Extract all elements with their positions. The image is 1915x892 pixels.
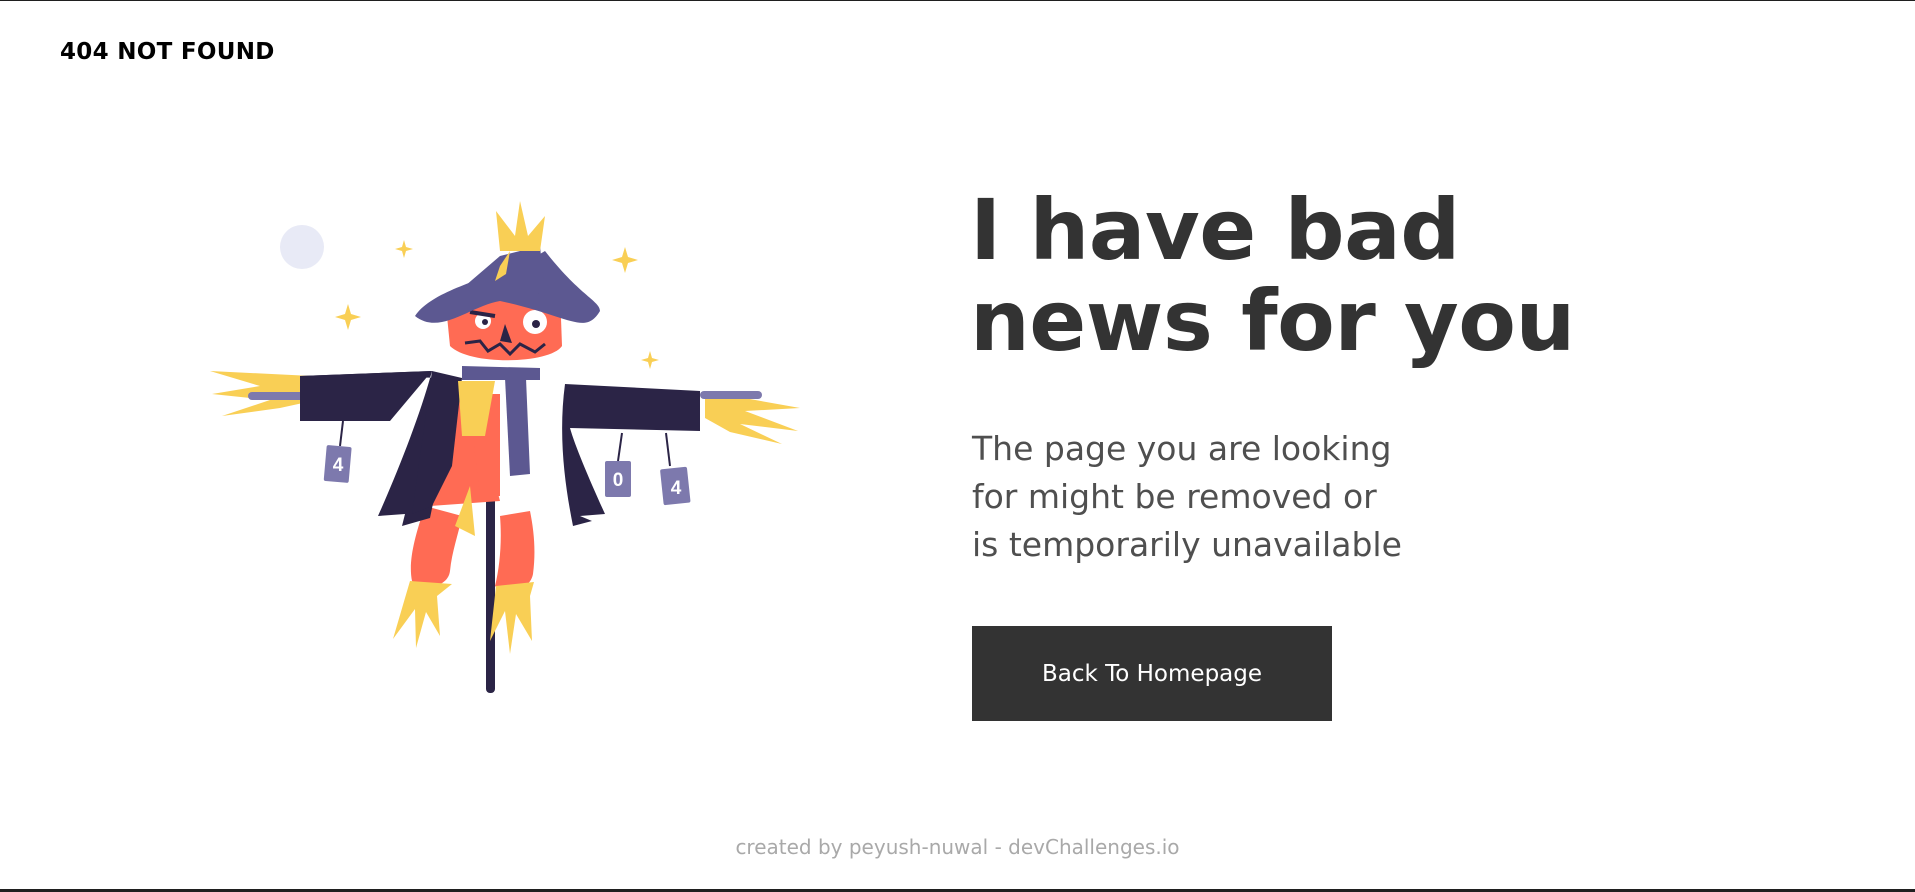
back-to-homepage-button[interactable]: Back To Homepage <box>972 626 1332 721</box>
not-found-page: 404 NOT FOUND 4 0 4 I have bad news for … <box>0 0 1915 892</box>
footer-credit: created by peyush-nuwal - devChallenges.… <box>735 835 1180 859</box>
brand-title: 404 NOT FOUND <box>60 39 275 65</box>
page-headline: I have bad news for you <box>970 181 1575 370</box>
can-label-3: 4 <box>671 478 682 499</box>
can-label-2: 0 <box>613 470 624 491</box>
error-message: The page you are looking for might be re… <box>972 429 1402 564</box>
scarecrow-illustration: 4 0 4 <box>210 201 800 693</box>
can-label-1: 4 <box>333 455 344 476</box>
